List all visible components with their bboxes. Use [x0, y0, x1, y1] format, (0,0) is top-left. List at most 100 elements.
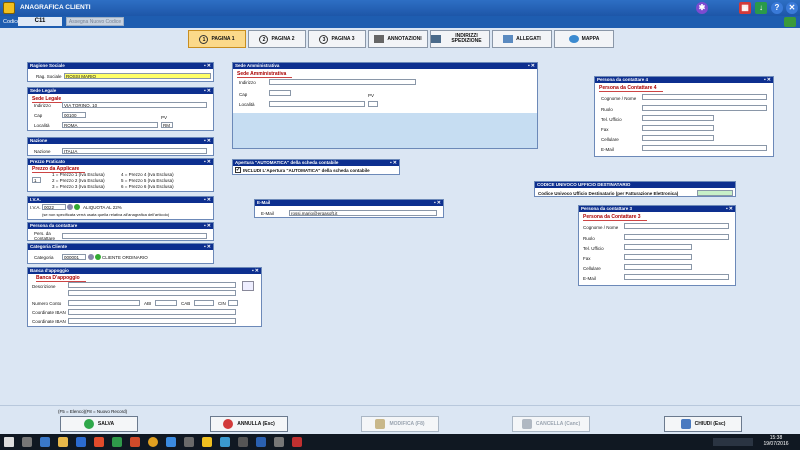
amm-localita-input[interactable]: [269, 101, 365, 107]
panel-header: Persona da contattare 4 ▪✕: [595, 77, 773, 83]
app-icon[interactable]: [292, 437, 302, 447]
add-icon[interactable]: [74, 204, 80, 210]
numero-conto-input[interactable]: [68, 300, 140, 306]
c4-tel-input[interactable]: [642, 115, 714, 121]
tab-indirizzi-spedizione[interactable]: INDIRIZZI SPEDIZIONE: [430, 30, 490, 48]
salva-button[interactable]: SALVA: [60, 416, 138, 432]
cin-input[interactable]: [228, 300, 238, 306]
powerpoint-icon[interactable]: [130, 437, 140, 447]
tab-mappa[interactable]: MAPPA: [554, 30, 614, 48]
c4-ruolo-input[interactable]: [642, 105, 767, 111]
ie-icon[interactable]: [76, 437, 86, 447]
clock[interactable]: 15:38 19/07/2016: [760, 435, 792, 447]
notes-icon: [374, 35, 385, 43]
calculator-icon[interactable]: ▦: [739, 2, 751, 14]
edit-icon: [375, 419, 386, 429]
tab-allegati[interactable]: ALLEGATI: [492, 30, 552, 48]
search-icon[interactable]: [22, 437, 32, 447]
modifica-button[interactable]: MODIFICA (F8): [361, 416, 439, 432]
iban-input-1[interactable]: [68, 309, 236, 315]
section-subtitle: Persona da Contattare 4: [599, 85, 663, 92]
tab-annotazioni[interactable]: ANNOTAZIONI: [368, 30, 428, 48]
field-label: Ruolo: [583, 236, 595, 241]
tab-pagina-3[interactable]: 3 PAGINA 3: [308, 30, 366, 48]
field-label: Cap: [239, 92, 248, 97]
c4-nome-input[interactable]: [642, 94, 767, 100]
cancella-button[interactable]: CANCELLA (Canc): [512, 416, 590, 432]
c3-tel-input[interactable]: [624, 244, 692, 250]
iban-input-2[interactable]: [68, 318, 236, 324]
tab-pagina-2[interactable]: 2 PAGINA 2: [248, 30, 306, 48]
prezzo-select[interactable]: 1: [32, 177, 41, 183]
abi-input[interactable]: [155, 300, 177, 306]
panel-header: Nazione ▪✕: [28, 138, 213, 144]
codice-univoco-input[interactable]: [697, 190, 733, 196]
annulla-button[interactable]: ANNULLA (Esc): [210, 416, 288, 432]
gear-icon[interactable]: ✱: [696, 2, 708, 14]
magnifier-icon[interactable]: [242, 281, 254, 291]
edge-icon[interactable]: [166, 437, 176, 447]
indirizzo-input[interactable]: VIA TORINO, 10: [62, 102, 207, 108]
amm-indirizzo-input[interactable]: [269, 79, 416, 85]
categoria-panel: Categoria Cliente ▪✕ Categoria 000001 CLI…: [27, 243, 214, 264]
help-icon[interactable]: ?: [771, 2, 783, 14]
iva-description: ALIQUOTA AL 22%: [83, 205, 122, 210]
search-icon[interactable]: [88, 254, 94, 260]
chrome-icon[interactable]: [148, 437, 158, 447]
c3-fax-input[interactable]: [624, 254, 692, 260]
field-label: Numero Conto: [32, 301, 62, 306]
close-icon[interactable]: ✕: [786, 2, 798, 14]
pv-input[interactable]: RM: [161, 122, 173, 128]
amm-pv-input[interactable]: [368, 101, 378, 107]
download-icon[interactable]: ↓: [755, 2, 767, 14]
ragione-sociale-input[interactable]: ROSSI MARIO: [64, 73, 211, 79]
apertura-checkbox[interactable]: ✔: [235, 167, 241, 173]
cab-input[interactable]: [194, 300, 214, 306]
iva-input[interactable]: 0022: [42, 204, 66, 210]
c3-nome-input[interactable]: [624, 223, 729, 229]
field-label: Cap: [34, 113, 43, 118]
amm-cap-input[interactable]: [269, 90, 291, 96]
tree-icon[interactable]: [784, 17, 796, 27]
windows-start-icon[interactable]: [4, 437, 14, 447]
cap-input[interactable]: 00100: [62, 112, 86, 118]
c4-email-input[interactable]: [642, 145, 767, 151]
banca-descrizione-input-2[interactable]: [68, 290, 236, 296]
contatto4-panel: Persona da contattare 4 ▪✕ Persona da Con…: [594, 76, 774, 157]
app-icon[interactable]: [184, 437, 194, 447]
app-icon[interactable]: [256, 437, 266, 447]
app-icon[interactable]: [220, 437, 230, 447]
app-icon[interactable]: [202, 437, 212, 447]
panel-header: Prezzo Praticato ▪✕: [28, 159, 213, 165]
field-label: Codice Univoco Ufficio Destinatario (per…: [538, 191, 679, 196]
tab-pagina-1[interactable]: 1 PAGINA 1: [188, 30, 246, 48]
panel-header: Banca d'appoggio ▪✕: [28, 268, 261, 274]
categoria-input[interactable]: 000001: [62, 254, 86, 260]
contattare-input[interactable]: [62, 233, 207, 239]
number-icon: 1: [199, 34, 209, 44]
excel-icon[interactable]: [112, 437, 122, 447]
search-icon[interactable]: [67, 204, 73, 210]
app-icon[interactable]: [274, 437, 284, 447]
hint-text: (F8 = Nuovo Record): [85, 409, 128, 414]
c4-cell-input[interactable]: [642, 135, 714, 141]
folder-icon[interactable]: [58, 437, 68, 447]
c3-email-input[interactable]: [624, 274, 729, 280]
c3-ruolo-input[interactable]: [624, 234, 729, 240]
code-field[interactable]: C11: [18, 17, 62, 26]
tray-icons[interactable]: [713, 438, 753, 446]
assign-code-button[interactable]: Assegna Nuovo Codice: [66, 17, 124, 26]
taskview-icon[interactable]: [40, 437, 50, 447]
banca-descrizione-input[interactable]: [68, 282, 236, 288]
c4-fax-input[interactable]: [642, 125, 714, 131]
localita-input[interactable]: ROMA: [62, 122, 158, 128]
firefox-icon[interactable]: [94, 437, 104, 447]
app-icon[interactable]: [238, 437, 248, 447]
windows-taskbar: 15:38 19/07/2016: [0, 434, 800, 450]
email-input[interactable]: rossi.mario@ergasoft.it: [289, 210, 437, 216]
nazione-input[interactable]: ITALIA: [62, 148, 207, 154]
add-icon[interactable]: [95, 254, 101, 260]
field-label: Cognome / Nome: [583, 225, 619, 230]
chiudi-button[interactable]: CHIUDI (Esc): [664, 416, 742, 432]
c3-cell-input[interactable]: [624, 264, 692, 270]
